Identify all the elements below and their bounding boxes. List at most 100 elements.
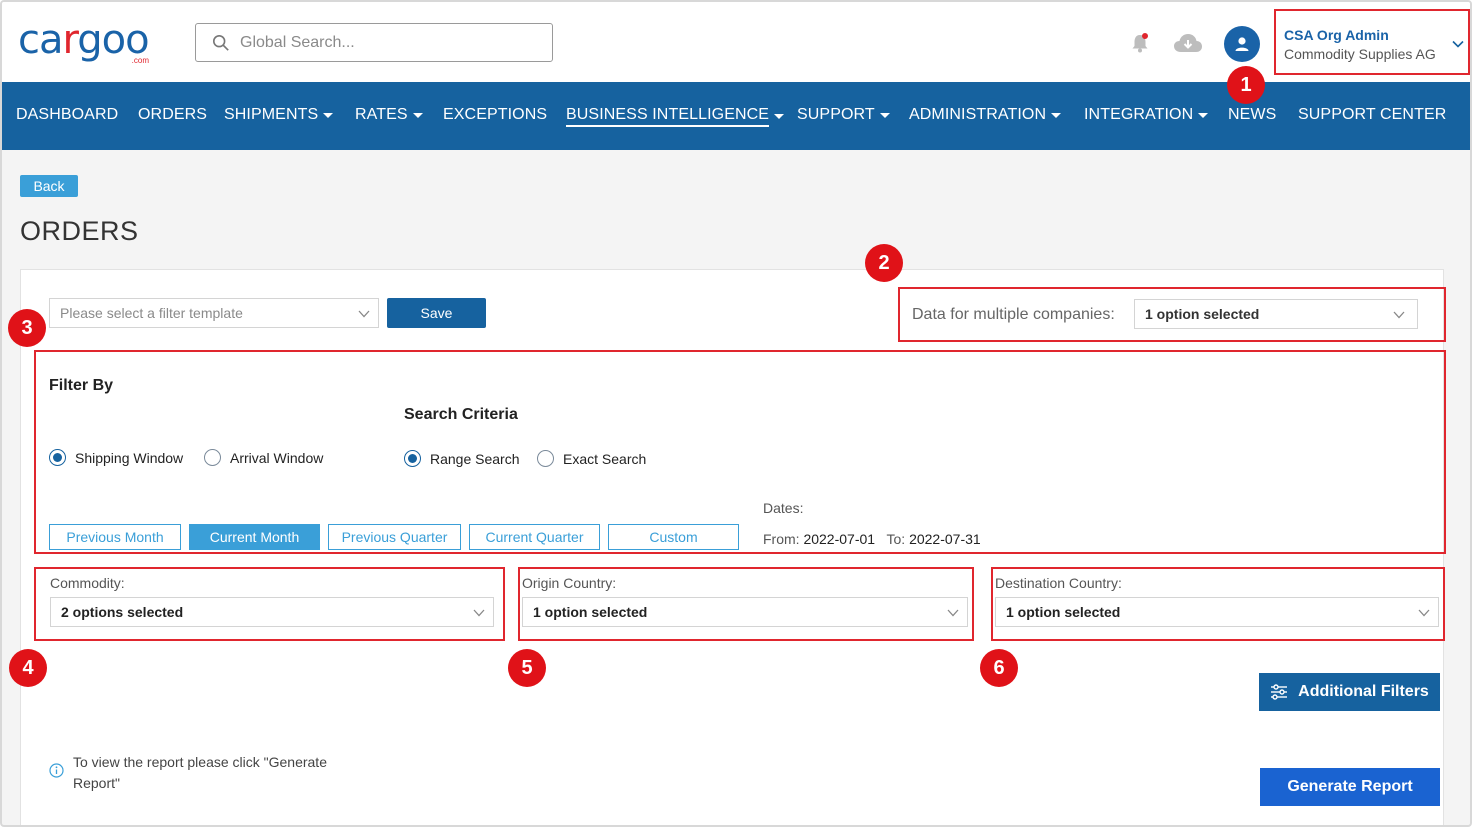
period-previous-quarter-button[interactable]: Previous Quarter [328,524,461,550]
nav-orders[interactable]: ORDERS [138,106,207,124]
radio-unchecked-icon [204,449,221,466]
chevron-down-icon [358,310,370,318]
period-current-month-button[interactable]: Current Month [189,524,320,550]
caret-down-icon [323,112,334,118]
period-previous-month-button[interactable]: Previous Month [49,524,181,550]
from-date: 2022-07-01 [803,531,876,547]
destination-country-select[interactable]: 1 option selected [995,597,1439,627]
caret-down-icon [412,112,423,118]
caret-down-icon [774,114,785,119]
callout-badge-6: 6 [980,649,1018,687]
origin-country-section: Origin Country: 1 option selected [518,567,974,641]
destination-country-section: Destination Country: 1 option selected [991,567,1445,641]
cargoo-logo[interactable]: cargoo .com [18,20,153,68]
notification-dot-icon [1142,33,1148,39]
global-search[interactable] [195,23,553,62]
chevron-down-icon [1452,40,1464,48]
user-name: CSA Org Admin [1284,27,1389,43]
info-icon [49,763,64,778]
nav-label: SUPPORT CENTER [1298,106,1447,123]
user-avatar[interactable] [1224,26,1260,62]
radio-label: Arrival Window [230,449,324,466]
radio-label: Range Search [430,450,520,467]
nav-shipments[interactable]: SHIPMENTS [224,106,334,124]
nav-news[interactable]: NEWS [1228,106,1276,124]
destination-country-value: 1 option selected [1006,604,1121,620]
global-search-input[interactable] [240,33,540,52]
additional-filters-label: Additional Filters [1298,683,1429,700]
radio-exact-search[interactable]: Exact Search [537,450,646,467]
user-icon [1235,37,1249,51]
callout-badge-4: 4 [9,649,47,687]
multi-company-value: 1 option selected [1145,306,1260,322]
multi-company-select[interactable]: 1 option selected [1134,299,1418,329]
nav-exceptions[interactable]: EXCEPTIONS [443,106,547,124]
period-custom-button[interactable]: Custom [608,524,739,550]
to-label: To: [886,531,906,547]
from-label: From: [763,531,800,547]
nav-label: ORDERS [138,106,208,123]
radio-range-search[interactable]: Range Search [404,450,520,467]
user-organization: Commodity Supplies AG [1284,46,1436,62]
save-template-button[interactable]: Save [387,298,486,328]
period-current-quarter-button[interactable]: Current Quarter [469,524,600,550]
nav-support-center[interactable]: SUPPORT CENTER [1298,106,1446,124]
nav-label: ADMINISTRATION [909,106,1047,123]
chevron-down-icon [947,609,959,617]
chevron-down-icon [1418,609,1430,617]
radio-label: Exact Search [563,450,647,467]
multi-company-label: Data for multiple companies: [912,306,1115,323]
nav-label: NEWS [1228,106,1277,123]
logo-wordmark: cargoo [18,17,150,63]
filter-template-placeholder: Please select a filter template [60,305,243,321]
nav-rates[interactable]: RATES [355,106,423,124]
bell-icon[interactable] [1129,32,1151,54]
caret-down-icon [1051,112,1062,118]
nav-label: INTEGRATION [1084,106,1194,123]
cloud-download-icon[interactable] [1173,32,1203,54]
page-title: ORDERS [20,216,139,246]
radio-checked-icon [404,450,421,467]
origin-country-value: 1 option selected [533,604,648,620]
nav-support[interactable]: SUPPORT [797,106,890,124]
generate-report-button[interactable]: Generate Report [1260,768,1440,806]
commodity-select[interactable]: 2 options selected [50,597,494,627]
to-date: 2022-07-31 [909,531,981,547]
app-window: cargoo .com CSA Org Admin Commodity Supp… [0,0,1472,827]
nav-label: DASHBOARD [16,106,119,123]
user-account-menu[interactable]: CSA Org Admin Commodity Supplies AG [1274,9,1470,75]
back-button[interactable]: Back [20,175,78,197]
callout-badge-2: 2 [865,244,903,282]
destination-country-label: Destination Country: [995,575,1122,591]
chevron-down-icon [473,609,485,617]
nav-integration[interactable]: INTEGRATION [1084,106,1209,124]
radio-unchecked-icon [537,450,554,467]
radio-arrival-window[interactable]: Arrival Window [204,449,323,466]
filter-by-heading: Filter By [49,377,114,394]
commodity-label: Commodity: [50,575,125,591]
sliders-icon [1271,684,1288,700]
caret-down-icon [879,112,890,118]
callout-badge-5: 5 [508,649,546,687]
radio-shipping-window[interactable]: Shipping Window [49,449,183,466]
nav-business-intelligence[interactable]: BUSINESS INTELLIGENCE [566,106,785,127]
search-criteria-heading: Search Criteria [404,406,518,423]
additional-filters-button[interactable]: Additional Filters [1259,673,1440,711]
filter-template-select[interactable]: Please select a filter template [49,298,379,328]
nav-label: SHIPMENTS [224,106,319,123]
nav-dashboard[interactable]: DASHBOARD [16,106,118,124]
search-icon [212,34,229,51]
dates-label: Dates: [763,500,804,516]
commodity-value: 2 options selected [61,604,184,620]
commodity-section: Commodity: 2 options selected [34,567,505,641]
radio-label: Shipping Window [75,449,184,466]
nav-label: RATES [355,106,408,123]
nav-label: EXCEPTIONS [443,106,548,123]
origin-country-select[interactable]: 1 option selected [522,597,968,627]
nav-label: BUSINESS INTELLIGENCE [566,106,770,127]
nav-administration[interactable]: ADMINISTRATION [909,106,1062,124]
radio-checked-icon [49,449,66,466]
nav-label: SUPPORT [797,106,875,123]
callout-badge-1: 1 [1227,66,1265,104]
chevron-down-icon [1393,311,1405,319]
